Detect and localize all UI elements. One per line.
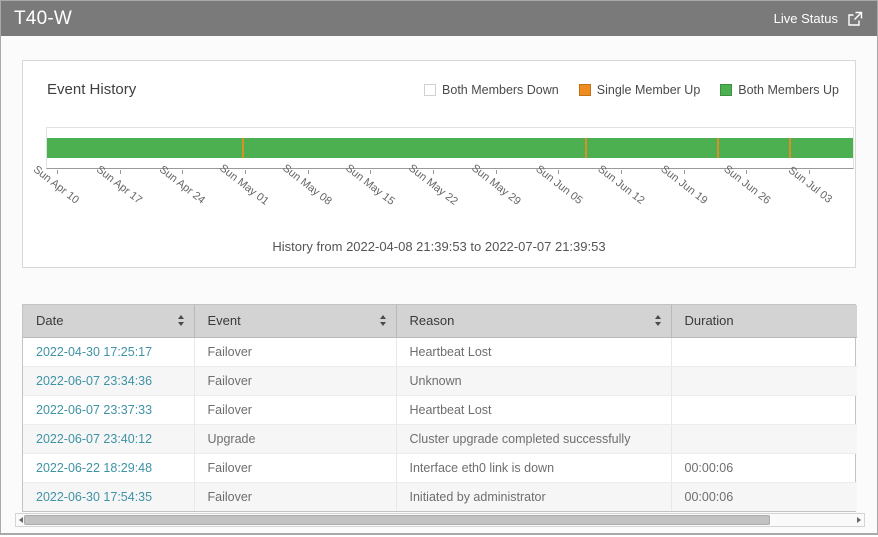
table-row: 2022-04-30 17:25:17 FailoverHeartbeat Los…	[23, 337, 857, 366]
cell-date: 2022-04-30 17:25:17	[23, 337, 194, 366]
timeline-axis-labels: Sun Apr 10Sun Apr 17Sun Apr 24Sun May 01…	[46, 169, 854, 231]
page-title: T40-W	[14, 8, 72, 30]
column-header-event[interactable]: Event	[194, 305, 396, 337]
sort-icon[interactable]	[655, 315, 661, 326]
table-row: 2022-06-07 23:37:33 FailoverHeartbeat Los…	[23, 395, 857, 424]
table-header-row: Date Event Reason Duration	[23, 305, 857, 337]
date-link[interactable]: 2022-06-07 23:34:36	[36, 374, 152, 388]
table-row: 2022-06-30 17:54:35 FailoverInitiated by …	[23, 482, 857, 511]
scrollbar-thumb[interactable]	[24, 515, 770, 525]
app-window: T40-W Live Status Event History Both Mem…	[0, 0, 878, 535]
event-mark	[717, 138, 719, 158]
cell-date: 2022-06-07 23:37:33	[23, 395, 194, 424]
column-label: Duration	[685, 313, 734, 328]
chart-legend: Both Members Down Single Member Up Both Me…	[424, 83, 839, 97]
timeline-plot-box	[46, 127, 854, 169]
table-row: 2022-06-22 18:29:48 FailoverInterface eth…	[23, 453, 857, 482]
legend-label: Both Members Down	[442, 83, 559, 97]
axis-tick-label: Sun Apr 17	[94, 164, 144, 207]
cell-date: 2022-06-22 18:29:48	[23, 453, 194, 482]
cell-reason: Interface eth0 link is down	[396, 453, 671, 482]
cell-reason: Unknown	[396, 366, 671, 395]
external-link-icon	[847, 11, 863, 27]
cell-duration	[671, 395, 857, 424]
event-mark	[585, 138, 587, 158]
column-header-date[interactable]: Date	[23, 305, 194, 337]
cell-date: 2022-06-30 17:54:35	[23, 482, 194, 511]
scroll-right-arrow-icon[interactable]	[857, 517, 861, 523]
cell-reason: Heartbeat Lost	[396, 395, 671, 424]
axis-tick-label: Sun Jun 12	[596, 163, 647, 207]
cell-event: Failover	[194, 453, 396, 482]
cell-event: Failover	[194, 337, 396, 366]
axis-tick-label: Sun Apr 24	[156, 164, 206, 207]
legend-label: Single Member Up	[597, 83, 701, 97]
horizontal-scrollbar[interactable]	[15, 513, 865, 527]
event-mark	[789, 138, 791, 158]
history-range-caption: History from 2022-04-08 21:39:53 to 2022…	[23, 239, 855, 254]
axis-tick-label: Sun Apr 10	[31, 164, 81, 207]
legend-item: Both Members Up	[720, 83, 839, 97]
legend-item: Both Members Down	[424, 83, 559, 97]
cell-reason: Initiated by administrator	[396, 482, 671, 511]
date-link[interactable]: 2022-04-30 17:25:17	[36, 345, 152, 359]
table-row: 2022-06-07 23:34:36 FailoverUnknown	[23, 366, 857, 395]
cell-duration	[671, 366, 857, 395]
sort-icon[interactable]	[178, 315, 184, 326]
title-bar: T40-W Live Status	[1, 1, 877, 36]
column-header-inner[interactable]: Event	[195, 313, 396, 328]
panel-title: Event History	[47, 81, 136, 98]
cell-event: Failover	[194, 395, 396, 424]
axis-tick-label: Sun Jun 26	[722, 163, 773, 207]
legend-swatch	[424, 84, 436, 96]
timeline-status-bar	[47, 138, 853, 158]
date-link[interactable]: 2022-06-30 17:54:35	[36, 490, 152, 504]
event-table: Date Event Reason Duration 2022-04-30 17:25…	[22, 304, 856, 512]
timeline-chart: Sun Apr 10Sun Apr 17Sun Apr 24Sun May 01…	[46, 127, 854, 231]
column-header-inner[interactable]: Duration	[672, 313, 858, 328]
cell-date: 2022-06-07 23:34:36	[23, 366, 194, 395]
cell-event: Failover	[194, 366, 396, 395]
table-row: 2022-06-07 23:40:12 UpgradeCluster upgrad…	[23, 424, 857, 453]
scroll-left-arrow-icon[interactable]	[19, 517, 23, 523]
column-label: Event	[208, 313, 241, 328]
axis-tick-label: Sun May 29	[469, 162, 523, 208]
legend-item: Single Member Up	[579, 83, 701, 97]
axis-tick-label: Sun Jul 03	[786, 164, 834, 205]
column-label: Reason	[410, 313, 455, 328]
date-link[interactable]: 2022-06-22 18:29:48	[36, 461, 152, 475]
axis-tick-label: Sun Jun 05	[533, 163, 584, 207]
legend-label: Both Members Up	[738, 83, 839, 97]
legend-swatch	[579, 84, 591, 96]
date-link[interactable]: 2022-06-07 23:37:33	[36, 403, 152, 417]
date-link[interactable]: 2022-06-07 23:40:12	[36, 432, 152, 446]
cell-event: Upgrade	[194, 424, 396, 453]
axis-tick-label: Sun May 08	[280, 162, 334, 208]
live-status-link[interactable]: Live Status	[774, 11, 863, 27]
cell-duration: 00:00:06	[671, 482, 857, 511]
cell-reason: Cluster upgrade completed successfully	[396, 424, 671, 453]
column-header-duration[interactable]: Duration	[671, 305, 857, 337]
live-status-label: Live Status	[774, 11, 838, 26]
cell-duration: 00:00:06	[671, 453, 857, 482]
cell-event: Failover	[194, 482, 396, 511]
cell-duration	[671, 424, 857, 453]
legend-swatch	[720, 84, 732, 96]
panel-header: Event History Both Members Down Single Me…	[47, 81, 839, 98]
axis-tick-label: Sun May 15	[343, 162, 397, 208]
column-header-reason[interactable]: Reason	[396, 305, 671, 337]
column-label: Date	[36, 313, 63, 328]
column-header-inner[interactable]: Date	[23, 313, 194, 328]
cell-date: 2022-06-07 23:40:12	[23, 424, 194, 453]
column-header-inner[interactable]: Reason	[397, 313, 671, 328]
axis-tick-label: Sun May 01	[218, 162, 272, 208]
axis-tick-label: Sun May 22	[406, 162, 460, 208]
event-mark	[242, 138, 244, 158]
event-history-panel: Event History Both Members Down Single Me…	[22, 60, 856, 268]
cell-reason: Heartbeat Lost	[396, 337, 671, 366]
sort-icon[interactable]	[380, 315, 386, 326]
cell-duration	[671, 337, 857, 366]
axis-tick-label: Sun Jun 19	[659, 163, 710, 207]
